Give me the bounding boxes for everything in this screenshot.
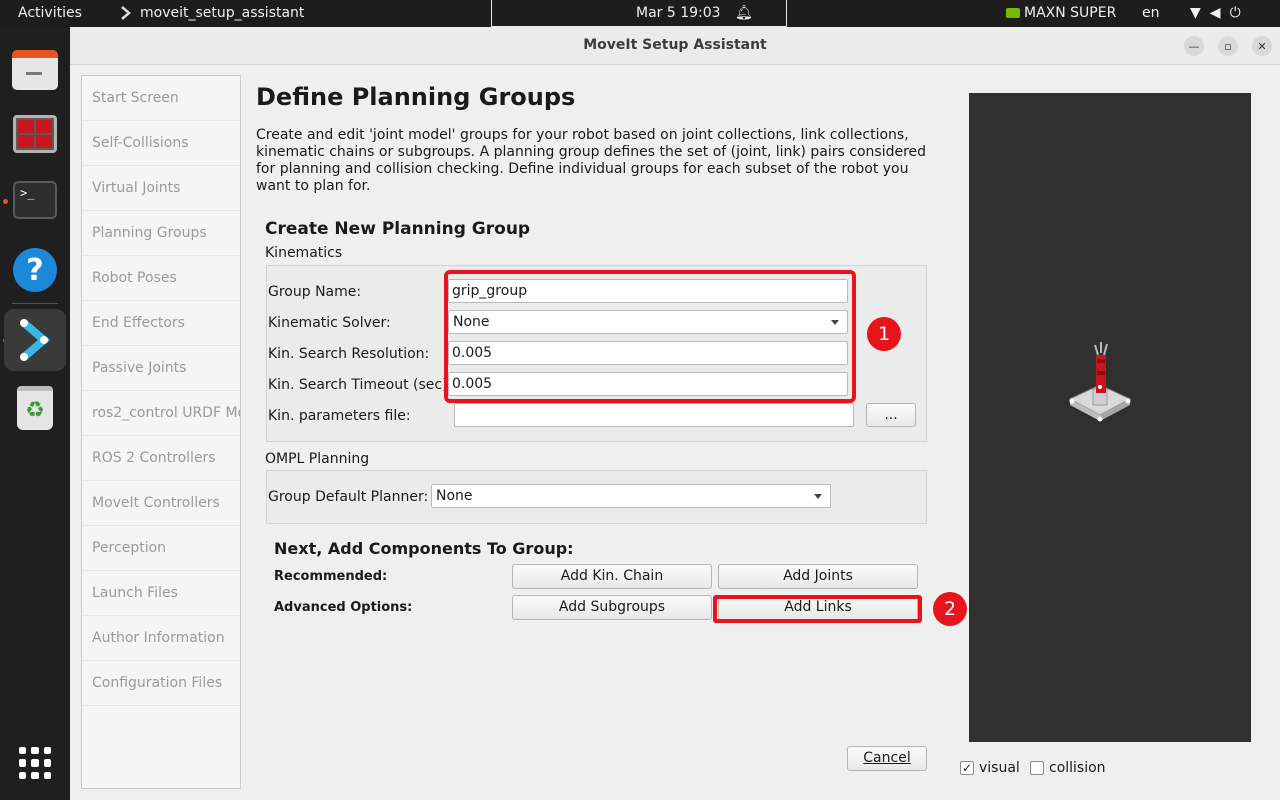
- app-name: moveit_setup_assistant: [140, 5, 305, 21]
- add-kin-chain-button[interactable]: Add Kin. Chain: [512, 564, 712, 589]
- moveit-icon: [20, 319, 51, 361]
- default-planner-label: Group Default Planner:: [268, 489, 429, 505]
- activities-button[interactable]: Activities: [18, 5, 82, 21]
- section-title: Create New Planning Group: [265, 219, 531, 239]
- visual-checkbox[interactable]: ✓: [960, 761, 974, 775]
- dock-terminal[interactable]: >_: [4, 169, 66, 231]
- kinematics-heading: Kinematics: [265, 245, 343, 261]
- chevron-down-icon: [814, 494, 822, 499]
- add-subgroups-button[interactable]: Add Subgroups: [512, 595, 712, 620]
- params-file-input[interactable]: [454, 403, 854, 427]
- visual-label: visual: [979, 760, 1020, 776]
- browse-params-button[interactable]: ...: [866, 403, 916, 427]
- nav-item-start-screen[interactable]: Start Screen: [82, 76, 240, 121]
- dock-trash[interactable]: ♻: [4, 377, 66, 439]
- terminal-icon: >_: [13, 181, 57, 219]
- nvidia-icon: [1006, 8, 1020, 18]
- close-icon: ✕: [1257, 39, 1267, 53]
- ompl-heading: OMPL Planning: [265, 451, 370, 467]
- nav-item-end-effectors[interactable]: End Effectors: [82, 301, 240, 346]
- dock-terminator[interactable]: [4, 103, 66, 165]
- volume-icon: ◀︎: [1209, 5, 1221, 21]
- gpu-mode-label: MAXN SUPER: [1024, 5, 1117, 21]
- terminator-icon: [13, 115, 57, 153]
- collision-checkbox[interactable]: [1030, 761, 1044, 775]
- setup-assistant-window: MoveIt Setup Assistant — ▫ ✕ Start Scree…: [70, 27, 1280, 800]
- nav-item-passive-joints[interactable]: Passive Joints: [82, 346, 240, 391]
- clock[interactable]: Mar 5 19:03: [636, 5, 721, 21]
- default-planner-value: None: [436, 488, 473, 504]
- nav-item-moveit-controllers[interactable]: MoveIt Controllers: [82, 481, 240, 526]
- recommended-label: Recommended:: [274, 569, 388, 584]
- wifi-icon: ▼: [1190, 5, 1201, 21]
- page-description: Create and edit 'joint model' groups for…: [256, 127, 927, 194]
- top-bar: Activities moveit_setup_assistant Mar 5 …: [0, 0, 1280, 27]
- close-button[interactable]: ✕: [1252, 36, 1272, 56]
- nav-item-configuration-files[interactable]: Configuration Files: [82, 661, 240, 706]
- window-title: MoveIt Setup Assistant: [583, 37, 767, 53]
- language-indicator[interactable]: en: [1142, 5, 1160, 21]
- dock: >_ ? ♻: [0, 27, 70, 800]
- nav-item-perception[interactable]: Perception: [82, 526, 240, 571]
- advanced-options-label: Advanced Options:: [274, 600, 413, 615]
- files-icon: [12, 50, 58, 90]
- nav-item-ros2-control-urdf[interactable]: ros2_control URDF Modifications: [82, 391, 240, 436]
- group-name-label: Group Name:: [268, 284, 362, 300]
- page-title: Define Planning Groups: [256, 83, 576, 111]
- dock-moveit[interactable]: [4, 309, 66, 371]
- default-planner-select[interactable]: None: [431, 484, 831, 508]
- power-icon: ⏻: [1229, 5, 1241, 21]
- robot-3d-viewport[interactable]: [969, 93, 1251, 742]
- add-joints-button[interactable]: Add Joints: [718, 564, 918, 589]
- moveit-app-icon: [121, 6, 131, 20]
- nav-item-launch-files[interactable]: Launch Files: [82, 571, 240, 616]
- nav-item-author-information[interactable]: Author Information: [82, 616, 240, 661]
- annotation-highlight-box: [713, 595, 922, 623]
- components-heading: Next, Add Components To Group:: [274, 539, 574, 558]
- annotation-highlight-box: [444, 270, 856, 403]
- setup-steps-nav: Start Screen Self-Collisions Virtual Joi…: [81, 75, 241, 789]
- dock-help[interactable]: ?: [4, 239, 66, 301]
- gpu-mode-indicator[interactable]: MAXN SUPER: [1006, 5, 1116, 21]
- app-menu[interactable]: moveit_setup_assistant: [120, 5, 304, 21]
- minimize-button[interactable]: —: [1184, 36, 1204, 56]
- collision-label: collision: [1049, 760, 1106, 776]
- params-file-label: Kin. parameters file:: [268, 408, 411, 424]
- search-resolution-label: Kin. Search Resolution:: [268, 346, 430, 362]
- nav-item-virtual-joints[interactable]: Virtual Joints: [82, 166, 240, 211]
- minimize-icon: —: [1188, 39, 1200, 53]
- annotation-badge-2: 2: [933, 592, 967, 626]
- robot-model: [1068, 342, 1132, 422]
- annotation-badge-1: 1: [867, 317, 901, 351]
- dock-separator: [12, 303, 58, 304]
- nav-item-planning-groups[interactable]: Planning Groups: [82, 211, 240, 256]
- nav-item-robot-poses[interactable]: Robot Poses: [82, 256, 240, 301]
- window-titlebar[interactable]: MoveIt Setup Assistant — ▫ ✕: [70, 27, 1280, 65]
- help-icon: ?: [13, 248, 57, 292]
- trash-icon: ♻: [17, 386, 53, 430]
- maximize-button[interactable]: ▫: [1218, 36, 1238, 56]
- nav-item-self-collisions[interactable]: Self-Collisions: [82, 121, 240, 166]
- maximize-icon: ▫: [1224, 39, 1232, 53]
- kinematic-solver-label: Kinematic Solver:: [268, 315, 391, 331]
- dock-files[interactable]: [4, 39, 66, 101]
- system-menu[interactable]: ▼ ◀︎ ⏻: [1190, 5, 1241, 21]
- show-apps-icon[interactable]: [19, 747, 51, 779]
- search-timeout-label: Kin. Search Timeout (sec):: [268, 377, 453, 393]
- cancel-button[interactable]: Cancel: [847, 746, 927, 771]
- nav-item-ros2-controllers[interactable]: ROS 2 Controllers: [82, 436, 240, 481]
- check-icon: ✓: [961, 761, 973, 775]
- notification-bell-icon: 🔔︎: [735, 5, 753, 21]
